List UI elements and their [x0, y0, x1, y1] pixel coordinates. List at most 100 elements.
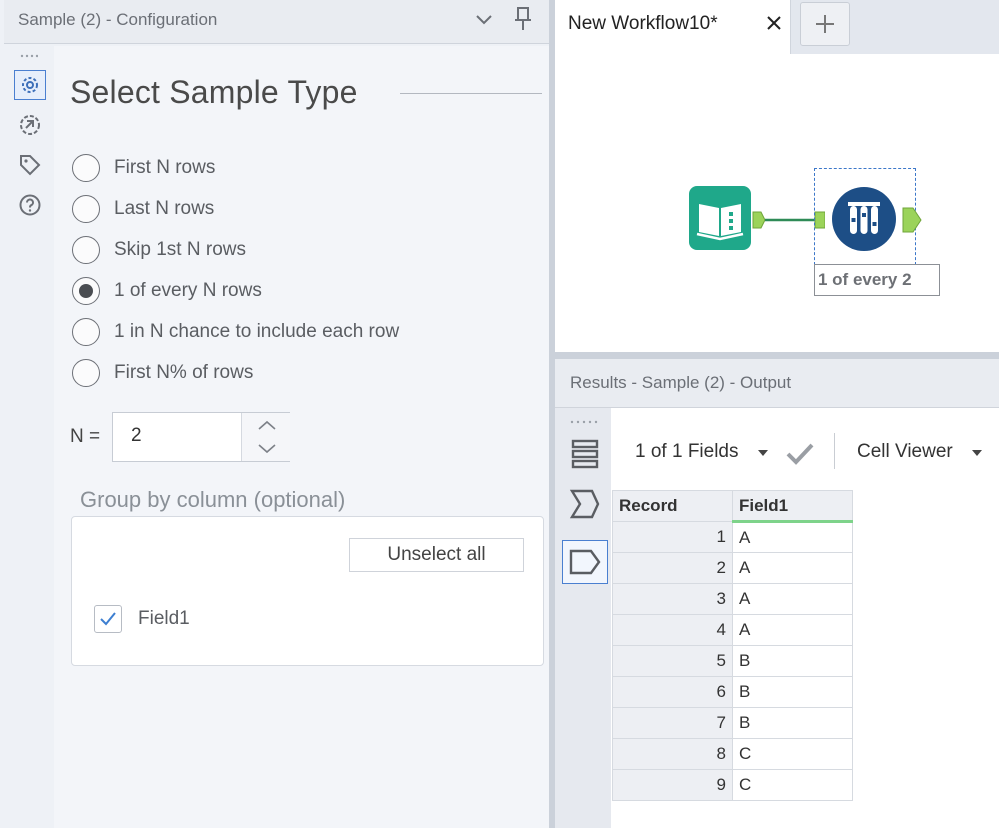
- data-view-button[interactable]: [562, 432, 608, 476]
- table-row[interactable]: 7B: [612, 707, 853, 739]
- table-row[interactable]: 3A: [612, 583, 853, 615]
- close-icon[interactable]: [763, 10, 785, 36]
- tab-label: New Workflow10*: [568, 13, 718, 34]
- radio-skip-first-n-rows[interactable]: Skip 1st N rows: [72, 235, 246, 265]
- sample-tool-node[interactable]: [831, 186, 897, 252]
- field1-cell[interactable]: B: [732, 645, 853, 677]
- node-annotation: 1 of every 2: [814, 264, 940, 296]
- output-tag-icon: [569, 549, 601, 575]
- tag-icon: [20, 155, 41, 176]
- radio-button[interactable]: [72, 318, 100, 346]
- checkmark-icon: [100, 612, 116, 626]
- checkbox[interactable]: [94, 605, 122, 633]
- workflow-canvas[interactable]: 1 of every 2: [555, 54, 999, 352]
- table-row[interactable]: 8C: [612, 738, 853, 770]
- n-value-input[interactable]: 2: [131, 425, 142, 447]
- table-row[interactable]: 6B: [612, 676, 853, 708]
- help-tab-button[interactable]: [14, 190, 46, 220]
- caret-down-icon[interactable]: [971, 448, 983, 458]
- field1-cell[interactable]: A: [732, 552, 853, 584]
- field1-cell[interactable]: B: [732, 676, 853, 708]
- radio-button[interactable]: [72, 236, 100, 264]
- record-cell: 3: [612, 583, 733, 615]
- record-cell: 7: [612, 707, 733, 739]
- help-icon: [19, 194, 41, 216]
- field1-cell[interactable]: A: [732, 583, 853, 615]
- radio-last-n-rows[interactable]: Last N rows: [72, 194, 214, 224]
- section-title: Select Sample Type: [70, 74, 358, 110]
- table-row[interactable]: 4A: [612, 614, 853, 646]
- gear-icon: [22, 77, 38, 93]
- field1-cell[interactable]: C: [732, 738, 853, 770]
- browse-tool-node[interactable]: [689, 186, 751, 250]
- radio-button[interactable]: [72, 195, 100, 223]
- pin-icon[interactable]: [512, 4, 534, 32]
- field1-cell[interactable]: A: [732, 614, 853, 646]
- column-header-field1[interactable]: Field1: [732, 490, 853, 523]
- field1-cell[interactable]: C: [732, 769, 853, 801]
- configuration-tab-button[interactable]: [14, 70, 46, 100]
- navigate-tab-button[interactable]: [14, 110, 46, 140]
- results-title: Results - Sample (2) - Output: [570, 373, 792, 392]
- configuration-body: Select Sample Type First N rows Last N r…: [54, 46, 549, 828]
- radio-one-in-n-chance[interactable]: 1 in N chance to include each row: [72, 317, 399, 347]
- chevron-down-icon[interactable]: [474, 8, 494, 32]
- metadata-view-button[interactable]: [562, 482, 608, 526]
- radio-label: 1 of every N rows: [114, 280, 262, 301]
- n-label: N =: [70, 426, 101, 447]
- checkmark-icon[interactable]: [785, 441, 815, 467]
- radio-label: Last N rows: [114, 198, 215, 219]
- cell-viewer-dropdown[interactable]: Cell Viewer: [857, 441, 953, 463]
- decrement-button[interactable]: [242, 437, 291, 461]
- configuration-panel: Sample (2) - Configuration Select Sample…: [0, 0, 549, 828]
- checkbox-label: Field1: [138, 608, 190, 629]
- group-by-title: Group by column (optional): [80, 487, 346, 512]
- tab-workflow[interactable]: New Workflow10*: [555, 0, 791, 56]
- rows-icon: [571, 439, 599, 469]
- n-spinner: [241, 413, 290, 461]
- record-cell: 6: [612, 676, 733, 708]
- annotation-tab-button[interactable]: [14, 150, 46, 180]
- fields-dropdown[interactable]: 1 of 1 Fields: [635, 441, 739, 463]
- horizontal-splitter[interactable]: [555, 352, 999, 359]
- section-divider: [400, 93, 542, 94]
- results-main: 1 of 1 Fields Cell Viewer Record Field1 …: [611, 408, 999, 828]
- record-cell: 2: [612, 552, 733, 584]
- radio-first-n-percent[interactable]: First N% of rows: [72, 358, 253, 388]
- sigma-icon: [569, 489, 600, 519]
- radio-one-of-every-n-rows[interactable]: 1 of every N rows: [72, 276, 262, 306]
- unselect-all-button[interactable]: Unselect all: [349, 538, 524, 572]
- workflow-tabbar: New Workflow10*: [555, 0, 999, 56]
- increment-button[interactable]: [242, 413, 291, 437]
- caret-down-icon[interactable]: [757, 448, 769, 458]
- radio-dot: [79, 284, 93, 298]
- field1-cell[interactable]: B: [732, 707, 853, 739]
- radio-label: 1 in N chance to include each row: [114, 321, 400, 342]
- radio-button[interactable]: [72, 154, 100, 182]
- table-row[interactable]: 9C: [612, 769, 853, 801]
- record-cell: 9: [612, 769, 733, 801]
- radio-label: First N% of rows: [114, 362, 254, 383]
- radio-button-selected[interactable]: [72, 277, 100, 305]
- field1-cell[interactable]: A: [732, 521, 853, 553]
- n-stepper[interactable]: 2: [112, 412, 290, 462]
- radio-first-n-rows[interactable]: First N rows: [72, 153, 215, 183]
- column-checkbox-field1[interactable]: Field1: [94, 603, 190, 635]
- toolbar-separator: [834, 433, 835, 469]
- group-by-box: Unselect all Field1: [71, 516, 544, 666]
- record-cell: 4: [612, 614, 733, 646]
- grip-handle[interactable]: [569, 420, 599, 424]
- column-header-record[interactable]: Record: [612, 490, 733, 522]
- output-view-button[interactable]: [562, 540, 608, 584]
- table-row[interactable]: 5B: [612, 645, 853, 677]
- table-row[interactable]: 2A: [612, 552, 853, 584]
- output-anchor[interactable]: [901, 206, 923, 234]
- results-toolbar: 1 of 1 Fields Cell Viewer: [611, 408, 999, 490]
- add-tab-button[interactable]: [800, 2, 850, 46]
- results-side-rail: [555, 408, 611, 828]
- grip-handle[interactable]: [20, 54, 38, 58]
- configuration-header: Sample (2) - Configuration: [4, 0, 549, 44]
- radio-button[interactable]: [72, 359, 100, 387]
- table-row[interactable]: 1A: [612, 521, 853, 553]
- configuration-side-rail: [8, 62, 54, 828]
